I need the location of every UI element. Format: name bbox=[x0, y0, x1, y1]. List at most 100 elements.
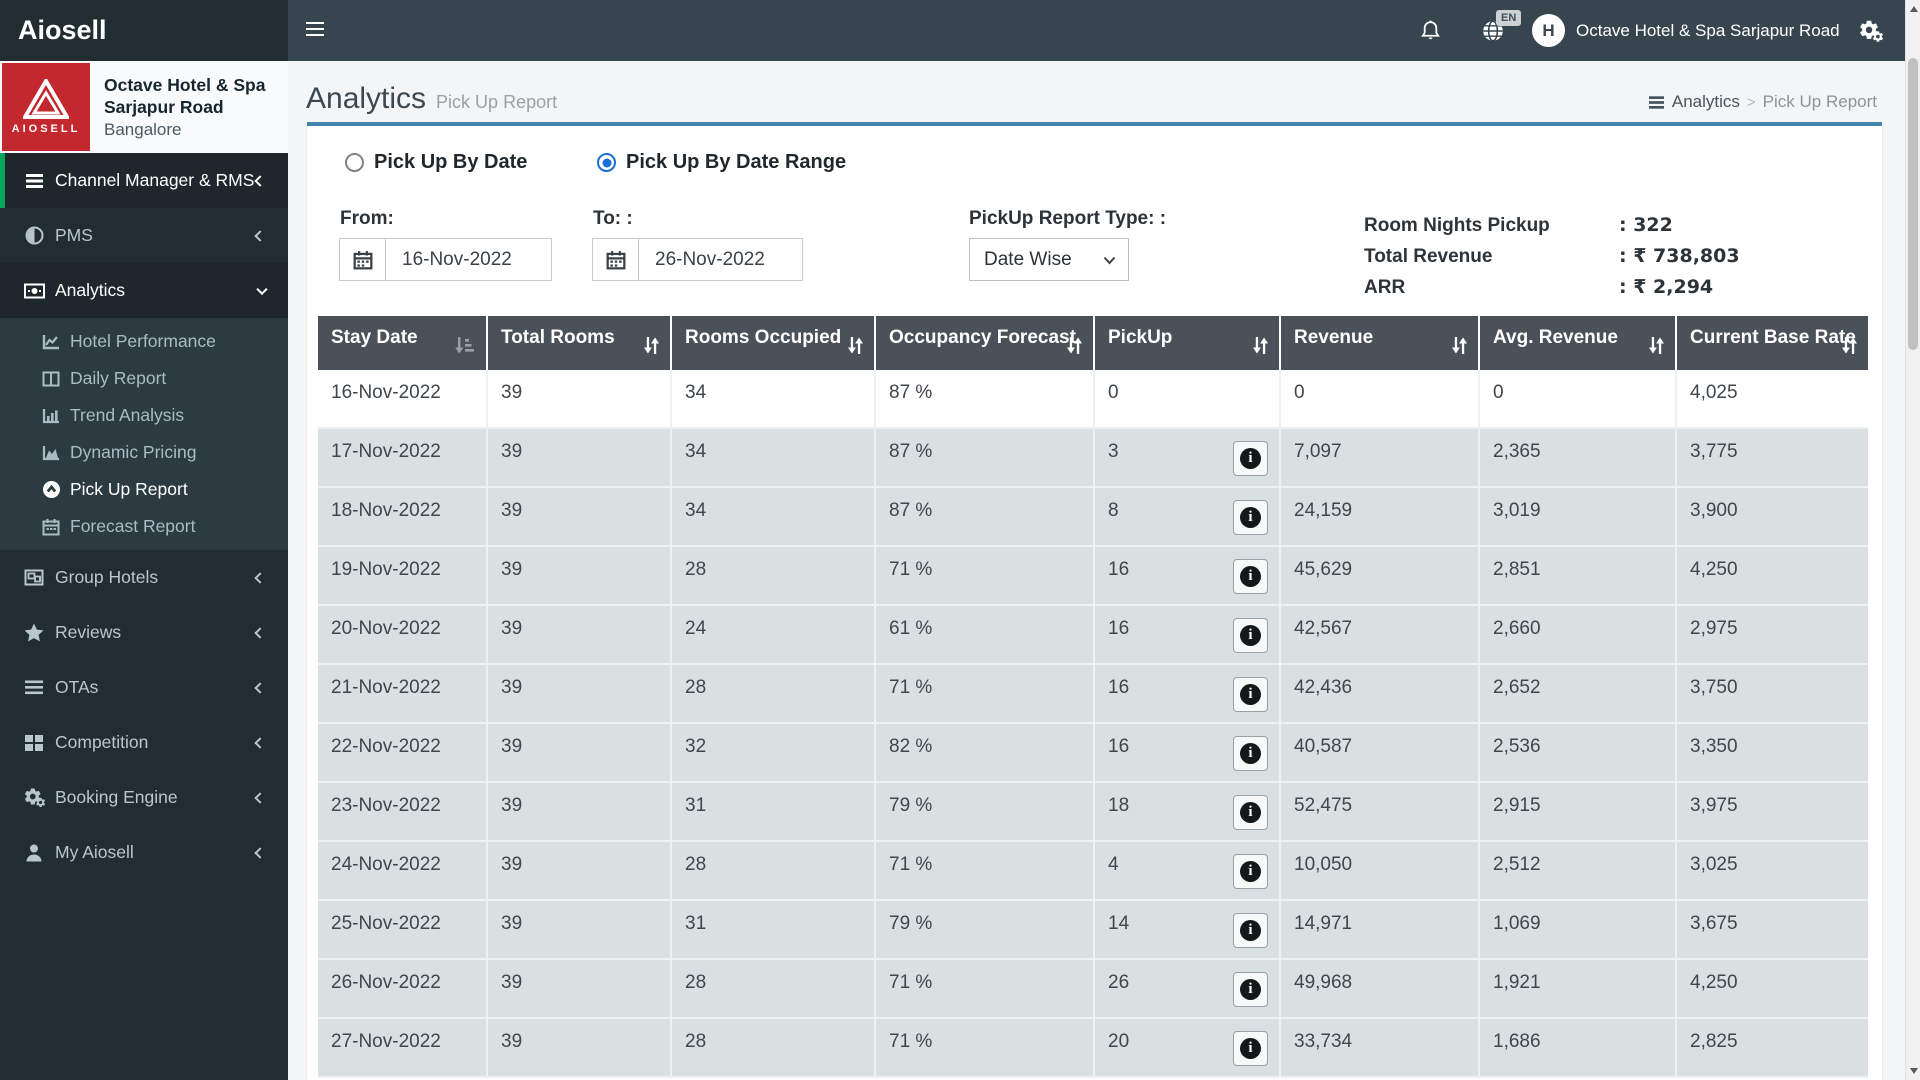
submenu-item-pick-up-report[interactable]: Pick Up Report bbox=[0, 471, 288, 508]
sidebar-item-my-aiosell[interactable]: My Aiosell bbox=[0, 825, 288, 880]
hotel-logo: AIOSELL bbox=[2, 63, 90, 151]
sidebar-item-group-hotels[interactable]: Group Hotels bbox=[0, 550, 288, 605]
sidebar-item-otas[interactable]: OTAs bbox=[0, 660, 288, 715]
avatar[interactable]: H bbox=[1532, 14, 1565, 47]
cell-current-base-rate: 3,025 bbox=[1677, 842, 1868, 901]
sidebar-item-reviews[interactable]: Reviews bbox=[0, 605, 288, 660]
settings-gears-icon[interactable] bbox=[1858, 0, 1884, 61]
cell-current-base-rate: 3,675 bbox=[1677, 901, 1868, 960]
cell-revenue: 0 bbox=[1281, 370, 1480, 429]
cell-pickup: 14 i bbox=[1095, 901, 1281, 960]
radio-circle-unchecked[interactable] bbox=[345, 153, 364, 172]
col-header-current-base-rate[interactable]: Current Base Rate bbox=[1677, 316, 1868, 370]
pickup-info-button[interactable]: i bbox=[1233, 618, 1268, 653]
to-date-input-group bbox=[592, 238, 803, 281]
brand-logo[interactable]: Aiosell bbox=[0, 0, 288, 61]
from-date-input[interactable] bbox=[386, 239, 551, 280]
radio-pickup-by-date-range[interactable]: Pick Up By Date Range bbox=[597, 151, 846, 174]
pickup-info-button[interactable]: i bbox=[1233, 559, 1268, 594]
cell-total-rooms: 39 bbox=[488, 960, 672, 1019]
hotel-logo-text: AIOSELL bbox=[11, 123, 81, 135]
cell-current-base-rate: 3,775 bbox=[1677, 429, 1868, 488]
topbar-hotel-name[interactable]: Octave Hotel & Spa Sarjapur Road bbox=[1576, 0, 1840, 61]
pickup-info-button[interactable]: i bbox=[1233, 854, 1268, 889]
cell-pickup: 20 i bbox=[1095, 1019, 1281, 1078]
pickup-info-button[interactable]: i bbox=[1233, 1031, 1268, 1066]
col-header-revenue[interactable]: Revenue bbox=[1281, 316, 1480, 370]
col-header-pickup[interactable]: PickUp bbox=[1095, 316, 1281, 370]
sidebar-item-label: PMS bbox=[55, 225, 93, 245]
sort-icon[interactable] bbox=[1252, 336, 1269, 361]
submenu-item-hotel-performance[interactable]: Hotel Performance bbox=[0, 323, 288, 360]
scrollbar-down-arrow[interactable] bbox=[1909, 1068, 1918, 1074]
pickup-info-button[interactable]: i bbox=[1233, 500, 1268, 535]
breadcrumb-analytics[interactable]: Analytics bbox=[1672, 92, 1740, 112]
sidebar-item-booking-engine[interactable]: Booking Engine bbox=[0, 770, 288, 825]
cell-stay-date: 22-Nov-2022 bbox=[318, 724, 488, 783]
cell-current-base-rate: 3,350 bbox=[1677, 724, 1868, 783]
col-header-label: Total Rooms bbox=[501, 327, 615, 348]
gears-icon bbox=[22, 787, 46, 808]
submenu-item-forecast-report[interactable]: Forecast Report bbox=[0, 508, 288, 545]
col-header-label: Revenue bbox=[1294, 327, 1374, 348]
cell-rooms-occupied: 32 bbox=[672, 724, 876, 783]
submenu-item-dynamic-pricing[interactable]: Dynamic Pricing bbox=[0, 434, 288, 471]
table-row: 22-Nov-2022 39 32 82 % 16 i 40,587 2,536 … bbox=[318, 724, 1868, 783]
page-scrollbar[interactable] bbox=[1905, 0, 1920, 1080]
sort-icon[interactable] bbox=[1841, 336, 1858, 361]
col-header-rooms-occupied[interactable]: Rooms Occupied bbox=[672, 316, 876, 370]
submenu-item-trend-analysis[interactable]: Trend Analysis bbox=[0, 397, 288, 434]
cell-revenue: 7,097 bbox=[1281, 429, 1480, 488]
radio-pickup-by-date[interactable]: Pick Up By Date bbox=[345, 151, 527, 174]
sort-icon[interactable] bbox=[1648, 336, 1665, 361]
sort-icon[interactable] bbox=[1066, 336, 1083, 361]
pickup-info-button[interactable]: i bbox=[1233, 677, 1268, 712]
sort-icon[interactable] bbox=[643, 336, 660, 361]
col-header-occupancy-forecast[interactable]: Occupancy Forecast bbox=[876, 316, 1095, 370]
summary-label: Room Nights Pickup bbox=[1364, 215, 1550, 236]
radio-circle-checked[interactable] bbox=[597, 153, 616, 172]
chevron-left-icon bbox=[254, 229, 266, 242]
col-header-stay-date[interactable]: Stay Date bbox=[318, 316, 488, 370]
chevron-left-icon bbox=[254, 736, 266, 749]
star-icon bbox=[22, 623, 46, 642]
cell-occupancy-forecast: 87 % bbox=[876, 429, 1095, 488]
sidebar-item-channel-manager[interactable]: Channel Manager & RMS bbox=[0, 153, 288, 208]
radio-label: Pick Up By Date bbox=[374, 151, 528, 173]
sort-icon[interactable] bbox=[1451, 336, 1468, 361]
sidebar-item-analytics[interactable]: Analytics bbox=[0, 263, 288, 318]
col-header-total-rooms[interactable]: Total Rooms bbox=[488, 316, 672, 370]
pickup-info-button[interactable]: i bbox=[1233, 913, 1268, 948]
calendar-icon[interactable] bbox=[340, 239, 386, 280]
pickup-info-button[interactable]: i bbox=[1233, 972, 1268, 1007]
cell-current-base-rate: 4,025 bbox=[1677, 370, 1868, 429]
sort-amount-icon[interactable] bbox=[454, 336, 476, 361]
hamburger-menu-icon[interactable] bbox=[306, 22, 324, 38]
summary-value: : 322 bbox=[1619, 214, 1673, 236]
pickup-value: 3 bbox=[1108, 441, 1119, 462]
pickup-info-button[interactable]: i bbox=[1233, 736, 1268, 771]
summary-label: ARR bbox=[1364, 277, 1406, 298]
pickup-value: 14 bbox=[1108, 913, 1130, 934]
to-date-input[interactable] bbox=[639, 239, 802, 280]
pickup-info-button[interactable]: i bbox=[1233, 441, 1268, 476]
page-title: Analytics Pick Up Report bbox=[306, 82, 557, 116]
col-header-label: Avg. Revenue bbox=[1493, 327, 1618, 348]
scrollbar-thumb[interactable] bbox=[1908, 58, 1918, 350]
report-type-select[interactable]: Date Wise bbox=[969, 238, 1129, 281]
notifications-bell-icon[interactable] bbox=[1418, 0, 1443, 61]
chevron-down-icon bbox=[256, 283, 268, 295]
col-header-avg-revenue[interactable]: Avg. Revenue bbox=[1480, 316, 1677, 370]
submenu-item-daily-report[interactable]: Daily Report bbox=[0, 360, 288, 397]
scrollbar-up-arrow[interactable] bbox=[1909, 6, 1918, 12]
calendar-icon[interactable] bbox=[593, 239, 639, 280]
sidebar-item-competition[interactable]: Competition bbox=[0, 715, 288, 770]
table-header-row: Stay Date Total Rooms Rooms Occupied Occ… bbox=[318, 316, 1868, 370]
cell-total-rooms: 39 bbox=[488, 370, 672, 429]
pickup-info-button[interactable]: i bbox=[1233, 795, 1268, 830]
sort-icon[interactable] bbox=[847, 336, 864, 361]
sidebar-item-pms[interactable]: PMS bbox=[0, 208, 288, 263]
info-icon: i bbox=[1240, 920, 1261, 941]
pickup-value: 4 bbox=[1108, 854, 1119, 875]
breadcrumb: Analytics > Pick Up Report bbox=[1648, 92, 1877, 112]
